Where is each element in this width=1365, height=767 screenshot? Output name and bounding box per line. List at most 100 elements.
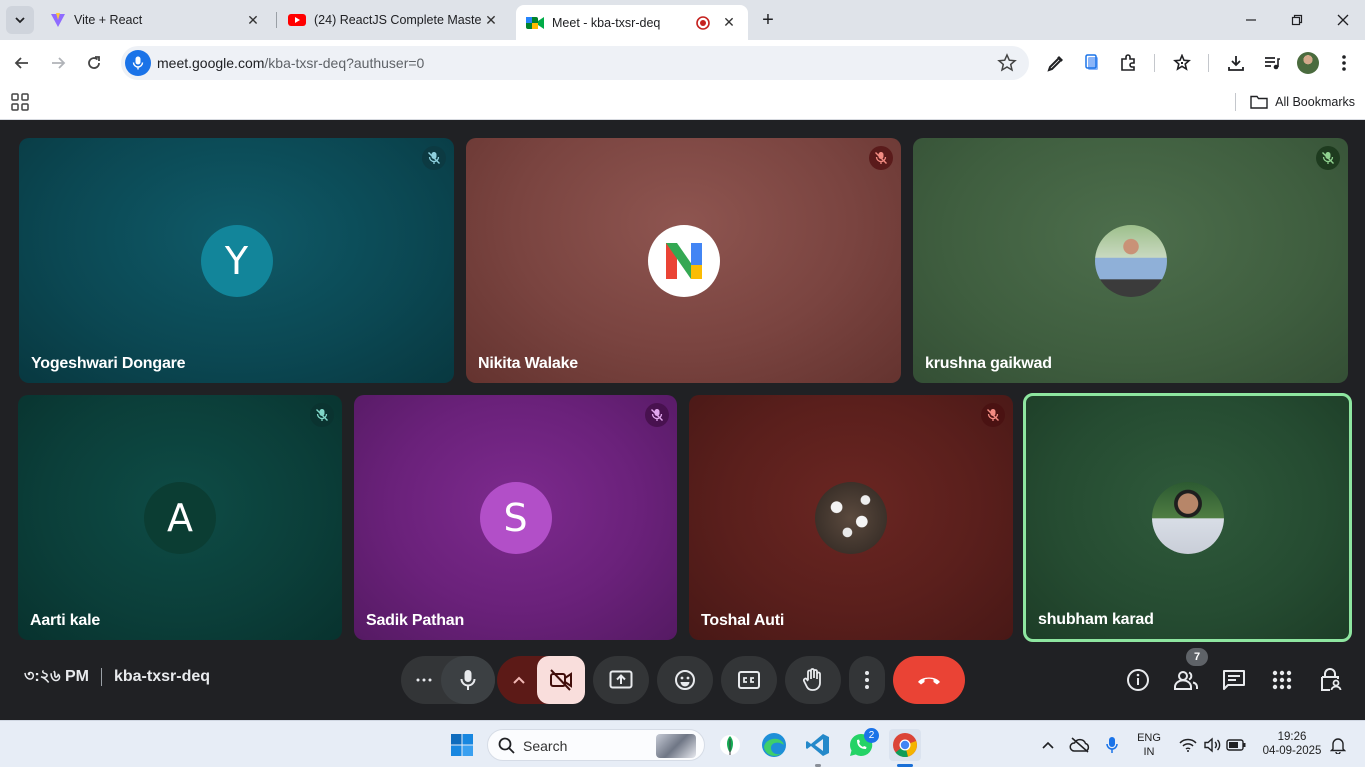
show-hidden-icons-button[interactable] [1032,729,1064,761]
google-meet-icon [526,16,544,29]
start-button[interactable] [446,729,478,761]
video-options-button[interactable] [509,670,529,690]
camera-toggle-button[interactable] [537,656,585,704]
language-line2: IN [1143,746,1155,758]
microphone-icon[interactable] [125,50,151,76]
audio-options-button[interactable] [413,670,435,690]
people-count-badge: 7 [1186,648,1208,666]
mic-off-icon [310,403,334,427]
profile-avatar[interactable] [1297,52,1319,74]
chat-button[interactable] [1221,667,1247,693]
mic-off-icon [422,146,446,170]
bell-icon [1330,738,1346,754]
avatar-photo [1151,481,1224,554]
star-icon[interactable] [997,53,1017,73]
bookmarks-star-icon[interactable] [1171,52,1193,74]
mic-off-icon [1316,146,1340,170]
windows-logo-icon [451,734,473,756]
leaf-icon [720,735,740,755]
reload-button[interactable] [80,49,108,77]
mic-off-icon [869,146,893,170]
download-icon[interactable] [1225,52,1247,74]
all-bookmarks-button[interactable]: All Bookmarks [1235,92,1355,112]
new-tab-button[interactable]: + [756,8,780,32]
eyedropper-icon[interactable] [1045,52,1067,74]
more-options-button[interactable] [849,656,885,704]
menu-dots-icon[interactable] [1333,52,1355,74]
end-call-icon [918,677,940,685]
microphone-button[interactable] [441,656,495,704]
taskbar-date: 04-09-2025 [1262,745,1322,757]
participant-tile[interactable]: Toshal Auti [689,395,1013,640]
close-icon[interactable]: ✕ [482,11,500,29]
more-vertical-icon [865,671,869,689]
toolbar-divider [1154,54,1155,72]
people-button[interactable] [1173,667,1199,693]
tab-strip: Vite + React ✕ (24) ReactJS Complete Mas… [0,0,1365,40]
extensions-puzzle-icon[interactable] [1117,52,1139,74]
reactions-button[interactable] [657,656,713,704]
participant-tile[interactable]: A Aarti kale [18,395,342,640]
meet-control-bar: ৩:২৬ PM kba-txsr-deq 7 [0,641,1365,720]
participant-tile[interactable]: Nikita Walake [466,138,901,383]
participant-tile[interactable]: Y Yogeshwari Dongare [19,138,454,383]
raise-hand-button[interactable] [785,656,841,704]
close-window-button[interactable] [1320,0,1365,40]
minimize-button[interactable] [1228,0,1274,40]
close-icon[interactable]: ✕ [244,11,262,29]
mic-control-group [401,656,495,704]
lock-person-icon [1321,668,1342,691]
participant-name: Toshal Auti [701,612,785,629]
folder-icon [1250,95,1268,109]
taskbar-app-chrome[interactable] [889,729,921,761]
microphone-in-use-icon[interactable] [1096,729,1128,761]
toolbar-divider [1208,54,1209,72]
copy-extension-icon[interactable] [1081,52,1103,74]
participant-tile[interactable]: krushna gaikwad [913,138,1348,383]
restore-button[interactable] [1274,0,1320,40]
taskbar-app-edge[interactable] [758,729,790,761]
whatsapp-badge: 2 [864,728,879,743]
meeting-details-button[interactable] [1125,667,1151,693]
address-bar[interactable]: meet.google.com/kba-txsr-deq?authuser=0 [121,46,1029,80]
captions-button[interactable] [721,656,777,704]
arrow-left-icon [14,57,28,69]
back-button[interactable] [8,49,36,77]
arrow-right-icon [52,57,66,69]
media-control-icon[interactable] [1261,52,1283,74]
participant-name: shubham karad [1038,611,1154,628]
notifications-button[interactable] [1322,729,1354,761]
recording-icon [696,15,710,30]
taskbar-search[interactable]: Search [487,729,705,761]
taskbar-app-mongodb[interactable] [714,729,746,761]
tab-meet[interactable]: Meet - kba-txsr-deq ✕ [516,5,748,40]
tab-vite-react[interactable]: Vite + React ✕ [40,5,272,35]
chevron-down-icon [15,17,25,24]
avatar-photo [815,481,887,554]
close-icon[interactable]: ✕ [720,14,738,32]
vscode-icon [806,734,829,756]
tab-search-button[interactable] [6,6,34,34]
participant-tile[interactable]: S Sadik Pathan [354,395,677,640]
avatar: Y [200,224,273,297]
info-icon [1127,669,1149,691]
battery-icon[interactable] [1220,729,1252,761]
apps-grid-icon[interactable] [11,93,29,111]
forward-button[interactable] [44,49,72,77]
n-logo-icon [665,242,702,279]
taskbar-app-vscode[interactable] [802,729,834,761]
chevron-up-icon [1042,741,1054,749]
clock-area[interactable]: 19:26 04-09-2025 [1256,730,1328,758]
participant-tile-speaking[interactable]: shubham karad [1023,393,1352,642]
microphone-icon [460,670,476,690]
participant-name: krushna gaikwad [925,355,1052,372]
tab-youtube[interactable]: (24) ReactJS Complete Mastery ✕ [278,5,510,35]
activities-button[interactable] [1269,667,1295,693]
url-text: meet.google.com/kba-txsr-deq?authuser=0 [157,55,424,71]
onedrive-icon[interactable] [1064,729,1096,761]
apps-grid-icon [1272,670,1292,690]
language-indicator[interactable]: ENG IN [1132,731,1166,759]
present-screen-button[interactable] [593,656,649,704]
leave-call-button[interactable] [893,656,965,704]
host-controls-button[interactable] [1317,667,1343,693]
